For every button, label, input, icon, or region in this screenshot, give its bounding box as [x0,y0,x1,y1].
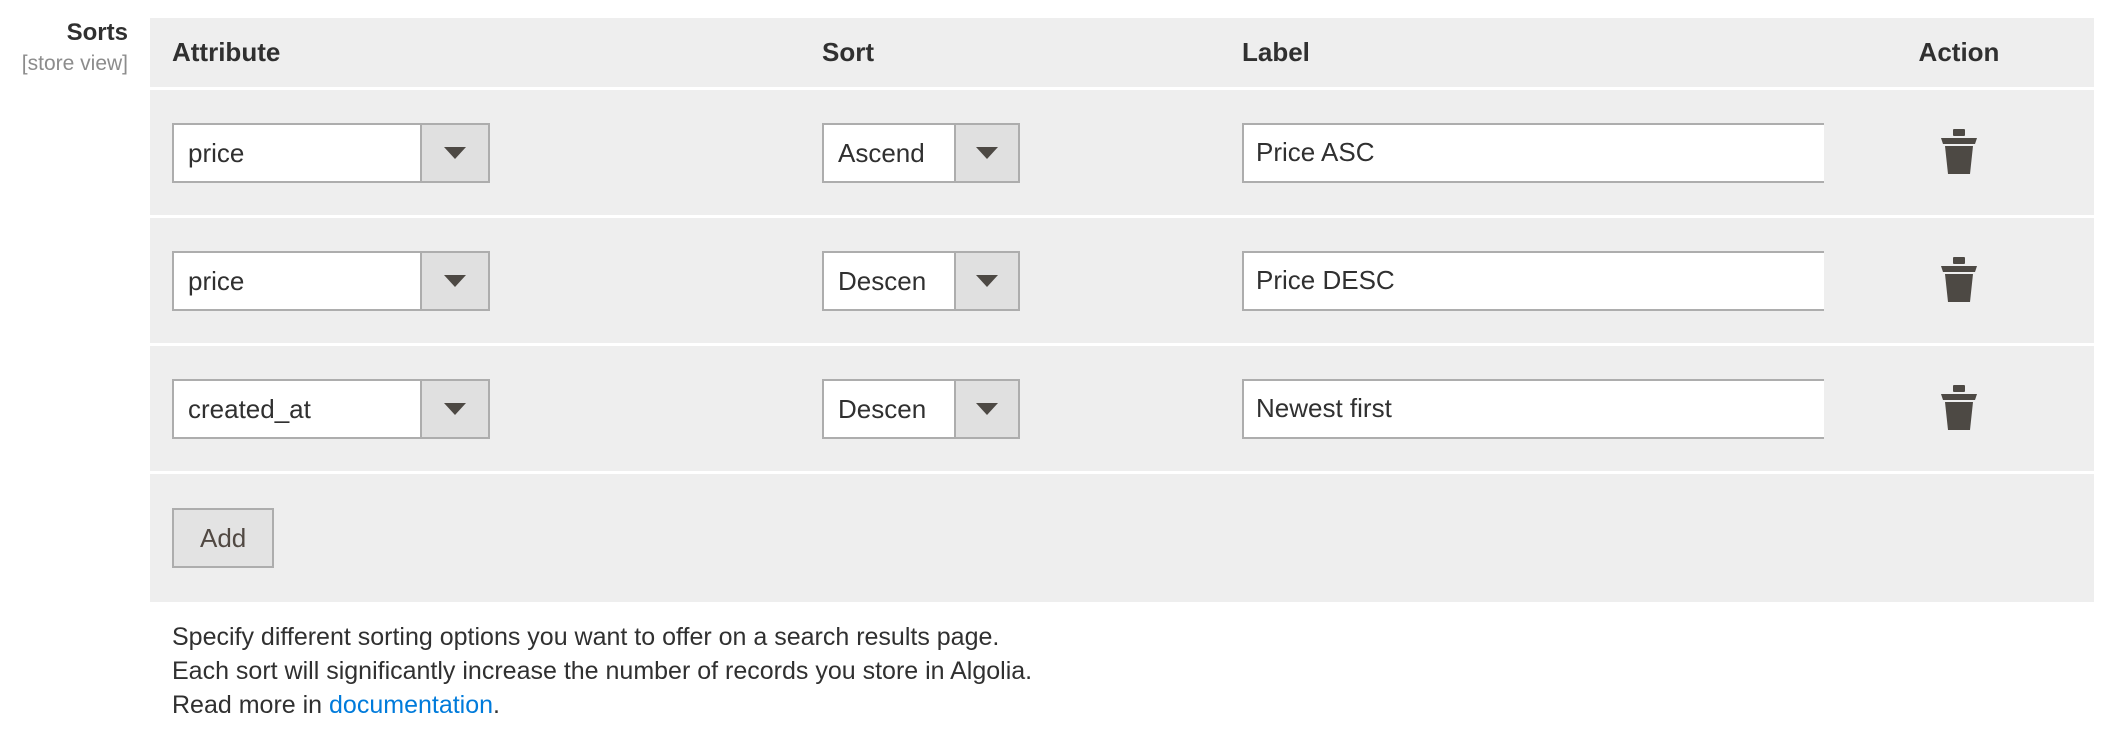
sort-select-0[interactable]: Ascend [822,122,1020,183]
cell-action [1824,90,2094,218]
note-line-1: Specify different sorting options you wa… [172,623,1000,651]
sorts-content-column: Attribute Sort Label Action price Ascend… [150,18,2112,722]
sort-select-value-2: Descen [824,380,954,437]
label-input-1[interactable] [1242,250,1846,311]
cell-attribute: price [150,218,800,346]
column-header-attribute: Attribute [150,18,800,90]
attribute-select-value-1: price [174,252,420,309]
cell-add-button: Add [150,474,2094,602]
page-title: Sorts [66,19,128,46]
attribute-select-2[interactable]: created_at [172,378,490,439]
cell-attribute: created_at [150,346,800,474]
table-row: price Ascend [150,90,2094,218]
cell-action [1824,218,2094,346]
cell-attribute: price [150,90,800,218]
chevron-down-icon[interactable] [420,124,488,181]
table-footer-row: Add [150,474,2094,602]
sort-select-1[interactable]: Descen [822,250,1020,311]
table-header: Attribute Sort Label Action [150,18,2094,90]
attribute-select-0[interactable]: price [172,122,490,183]
attribute-select-1[interactable]: price [172,250,490,311]
note-line-2: Each sort will significantly increase th… [172,657,1033,685]
column-header-label: Label [1220,18,1824,90]
sorts-table: Attribute Sort Label Action price Ascend… [150,18,2094,602]
label-input-0[interactable] [1242,122,1846,183]
cell-label [1220,90,1846,218]
documentation-link[interactable]: documentation [329,691,493,719]
delete-row-button-0[interactable] [1932,125,1986,179]
note-line-3: Read more in documentation. [172,688,2094,722]
cell-sort: Descen [800,346,1220,474]
sort-select-value-0: Ascend [824,124,954,181]
chevron-down-icon[interactable] [420,252,488,309]
field-scope-label: [store view] [21,52,128,75]
column-header-sort: Sort [800,18,1220,90]
delete-row-button-1[interactable] [1932,253,1986,307]
attribute-select-value-2: created_at [174,380,420,437]
sorts-field-row: Sorts [store view] Attribute Sort Label … [0,0,2112,722]
sort-select-2[interactable]: Descen [822,378,1020,439]
trash-icon [1941,129,1977,174]
chevron-down-icon[interactable] [954,380,1018,437]
trash-icon [1941,385,1977,430]
table-body: price Ascend Price ASC price Descen Pric… [150,90,2094,602]
attribute-select-value-0: price [174,124,420,181]
chevron-down-icon[interactable] [954,252,1018,309]
cell-sort: Ascend [800,90,1220,218]
table-row: created_at Descen [150,346,2094,474]
chevron-down-icon[interactable] [420,380,488,437]
cell-sort: Descen [800,218,1220,346]
cell-action [1824,346,2094,474]
trash-icon [1941,257,1977,302]
table-header-row: Attribute Sort Label Action [150,18,2094,90]
cell-label [1220,218,1846,346]
cell-label [1220,346,1846,474]
add-sort-button[interactable]: Add [172,508,275,568]
table-row: price Descen [150,218,2094,346]
delete-row-button-2[interactable] [1932,381,1986,435]
label-input-2[interactable] [1242,378,1846,439]
note-line-3-suffix: . [493,691,500,719]
sort-select-value-1: Descen [824,252,954,309]
field-help-note: Specify different sorting options you wa… [150,620,2094,722]
note-line-3-prefix: Read more in [172,691,330,719]
chevron-down-icon[interactable] [954,124,1018,181]
column-header-action: Action [1824,18,2094,90]
field-label-column: Sorts [store view] [0,18,150,78]
